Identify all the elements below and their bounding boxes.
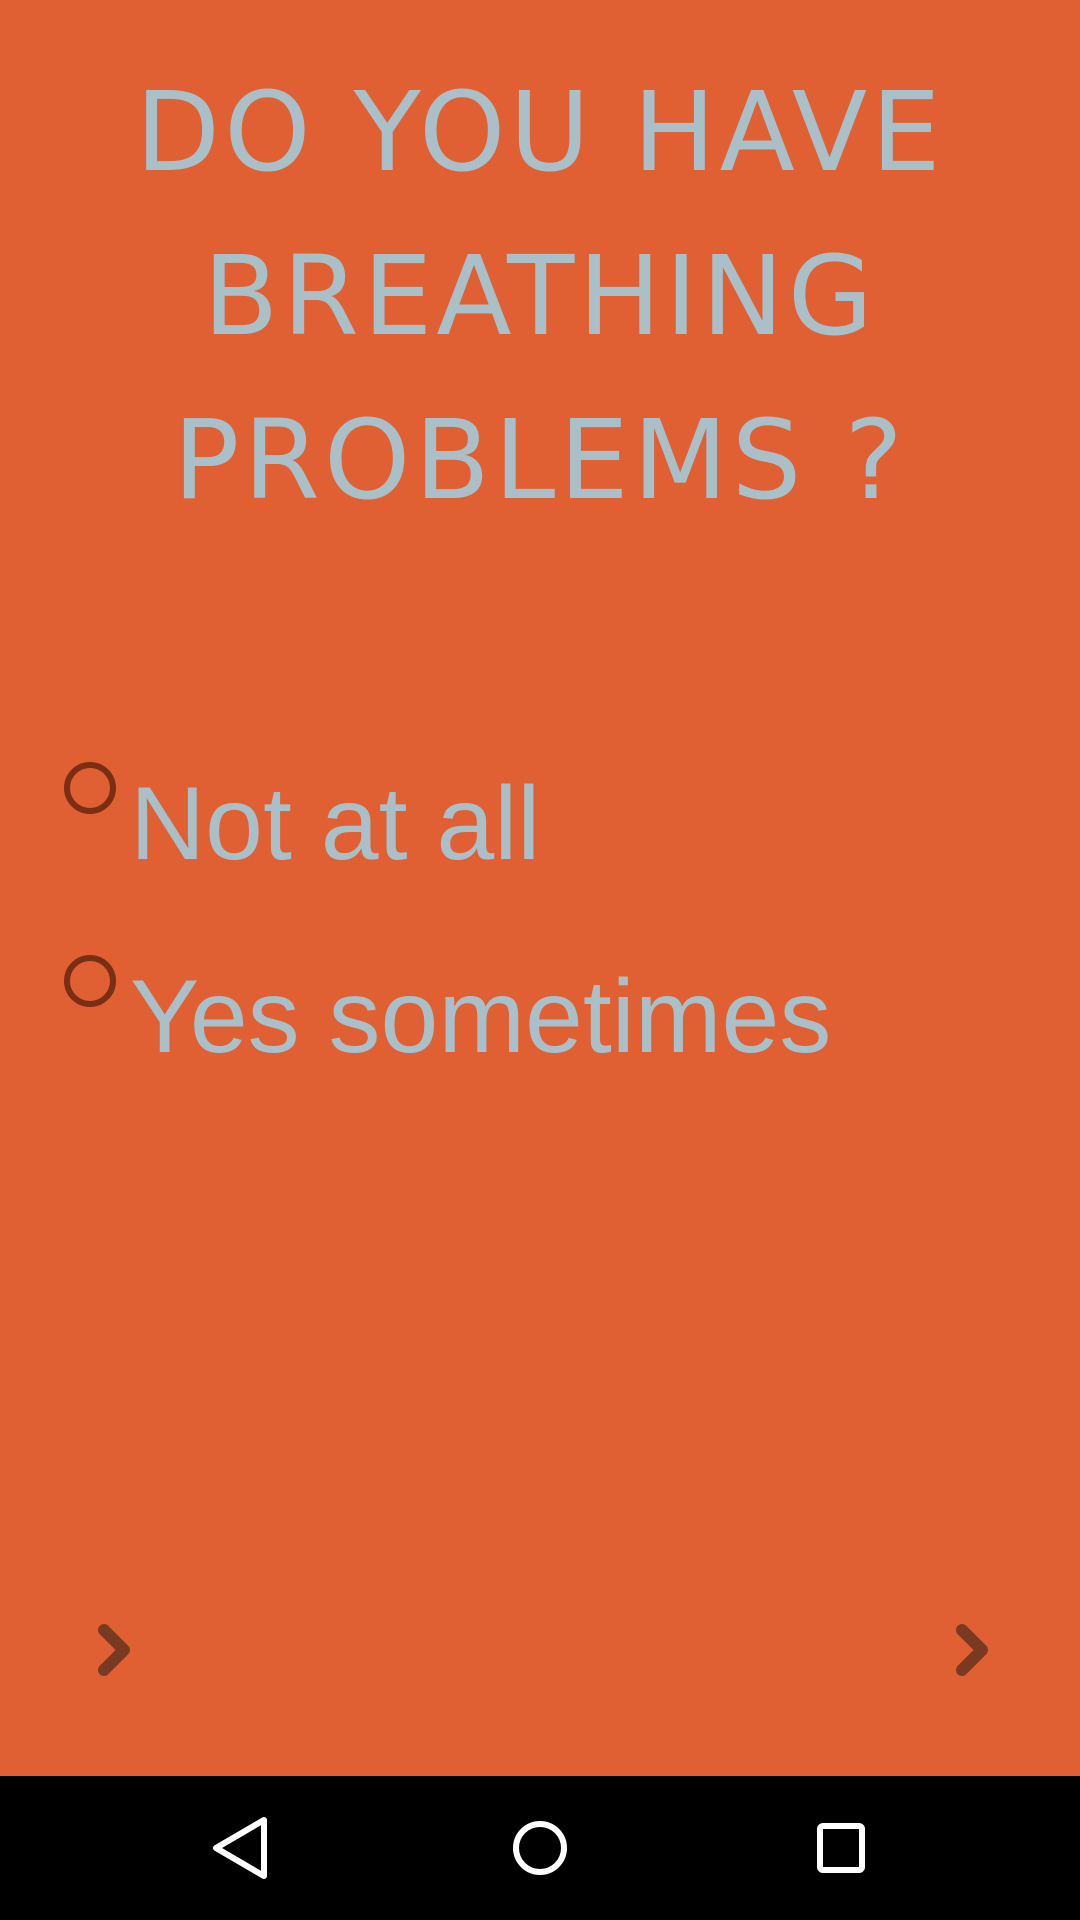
radio-button[interactable] [64, 762, 116, 814]
question-line-3: PROBLEMS ? [173, 396, 907, 524]
recents-button[interactable] [790, 1798, 890, 1898]
option-not-at-all[interactable]: Not at all [64, 740, 540, 882]
recents-square-icon [817, 1823, 865, 1873]
chevron-right-icon [98, 1624, 130, 1676]
back-button[interactable] [190, 1798, 290, 1898]
next-button[interactable] [944, 1620, 1004, 1680]
question-line-1: DO YOU HAVE [135, 68, 945, 196]
option-yes-sometimes[interactable]: Yes sometimes [64, 933, 831, 1075]
survey-screen: DO YOU HAVE BREATHING PROBLEMS ? Not at … [0, 0, 1080, 1920]
radio-button[interactable] [64, 955, 116, 1007]
chevron-right-icon [956, 1624, 988, 1676]
previous-button[interactable] [86, 1620, 146, 1680]
option-label: Not at all [130, 766, 541, 882]
home-button[interactable] [490, 1798, 590, 1898]
question-line-2: BREATHING [203, 232, 877, 360]
question-title: DO YOU HAVE BREATHING PROBLEMS ? [0, 50, 1080, 542]
option-label: Yes sometimes [130, 959, 832, 1075]
home-circle-icon [513, 1821, 567, 1875]
back-triangle-icon [213, 1817, 267, 1879]
system-navigation-bar [0, 1776, 1080, 1920]
